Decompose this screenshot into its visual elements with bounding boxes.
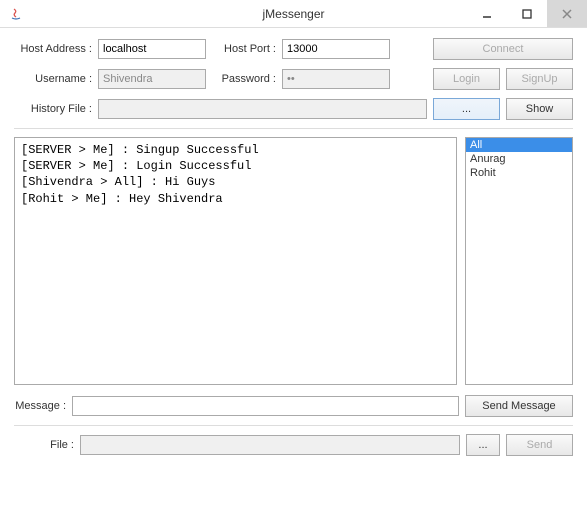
history-show-button[interactable]: Show — [506, 98, 573, 120]
history-browse-button[interactable]: ... — [433, 98, 500, 120]
file-browse-button[interactable]: ... — [466, 434, 500, 456]
send-message-button[interactable]: Send Message — [465, 395, 573, 417]
password-label: Password : — [218, 73, 276, 85]
window-title: jMessenger — [262, 7, 324, 21]
separator — [14, 425, 573, 426]
host-address-input[interactable] — [98, 39, 206, 59]
file-send-button[interactable]: Send — [506, 434, 573, 456]
login-button[interactable]: Login — [433, 68, 500, 90]
file-label: File : — [22, 439, 74, 451]
message-input[interactable] — [72, 396, 459, 416]
user-list-item[interactable]: Anurag — [466, 152, 572, 166]
history-file-label: History File : — [14, 103, 92, 115]
user-list-item[interactable]: All — [466, 138, 572, 152]
username-input[interactable] — [98, 69, 206, 89]
chat-log[interactable]: [SERVER > Me] : Singup Successful [SERVE… — [14, 137, 457, 385]
java-icon — [8, 6, 24, 22]
history-file-input[interactable] — [98, 99, 427, 119]
host-port-label: Host Port : — [218, 43, 276, 55]
minimize-button[interactable] — [467, 0, 507, 27]
maximize-button[interactable] — [507, 0, 547, 27]
user-list-item[interactable]: Rohit — [466, 166, 572, 180]
host-address-label: Host Address : — [14, 43, 92, 55]
username-label: Username : — [14, 73, 92, 85]
password-input[interactable] — [282, 69, 390, 89]
connect-button[interactable]: Connect — [433, 38, 573, 60]
signup-button[interactable]: SignUp — [506, 68, 573, 90]
user-list[interactable]: AllAnuragRohit — [465, 137, 573, 385]
titlebar: jMessenger — [0, 0, 587, 28]
close-button[interactable] — [547, 0, 587, 27]
file-path-input[interactable] — [80, 435, 460, 455]
window-controls — [467, 0, 587, 27]
separator — [14, 128, 573, 129]
message-label: Message : — [14, 400, 66, 412]
host-port-input[interactable] — [282, 39, 390, 59]
